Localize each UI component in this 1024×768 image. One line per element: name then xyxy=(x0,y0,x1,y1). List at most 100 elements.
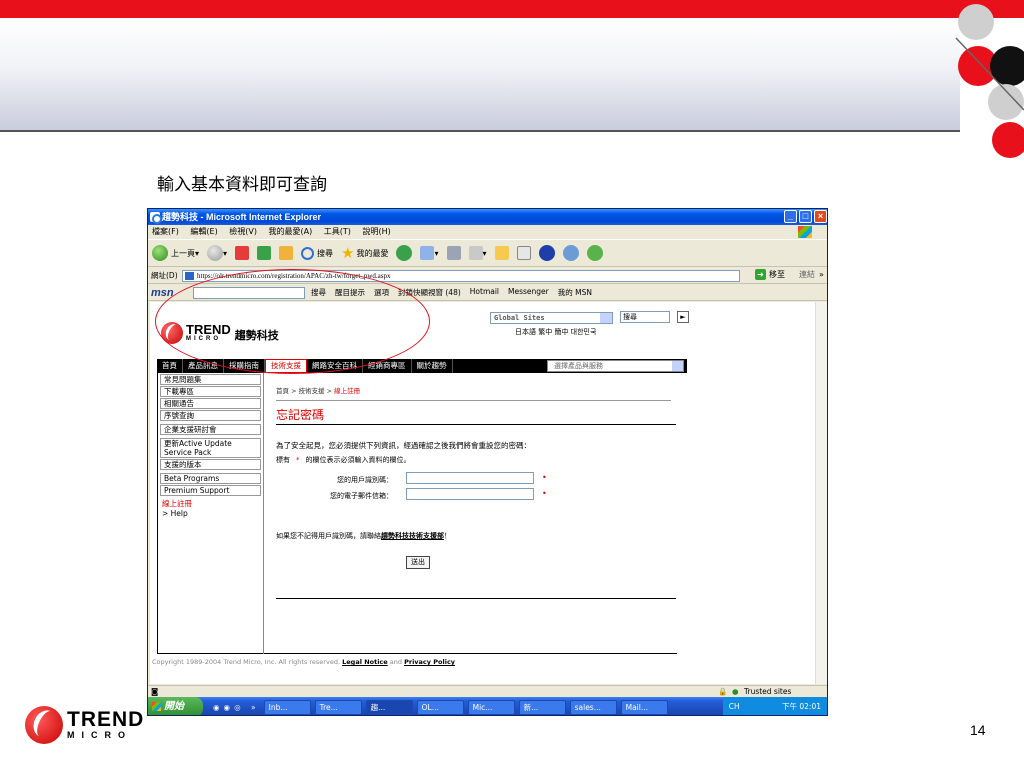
bluetooth-button[interactable] xyxy=(538,245,555,261)
task-button[interactable]: 新... xyxy=(518,699,566,715)
breadcrumb: 首頁 > 技術支援 > 線上註冊 xyxy=(276,387,361,395)
task-button[interactable]: Inb... xyxy=(263,699,311,715)
menu-file[interactable]: 檔案(F) xyxy=(152,227,179,236)
page-icon xyxy=(516,246,531,260)
menu-help[interactable]: 說明(H) xyxy=(362,227,390,236)
back-button[interactable]: 上一頁 ▾ xyxy=(152,245,199,261)
sidebar-item-premium[interactable]: Premium Support xyxy=(160,485,261,496)
required-star: • xyxy=(542,489,547,498)
slide-header-rule xyxy=(0,130,960,132)
toolbar: 上一頁 ▾ ▾ 搜尋 ★ 我的最愛 ▾ ▾ xyxy=(148,239,827,267)
messenger-link[interactable]: Messenger xyxy=(508,287,549,298)
email-label: 您的電子郵件信箱： xyxy=(330,492,393,500)
my-msn-button[interactable]: 我的 MSN xyxy=(558,287,592,298)
menu-favorites[interactable]: 我的最愛(A) xyxy=(269,227,313,236)
site-search-input[interactable]: 搜尋 xyxy=(620,311,670,323)
mail-icon xyxy=(420,246,435,260)
legal-notice-link[interactable]: Legal Notice xyxy=(342,658,388,666)
content-area: 常見問題集 下載專區 相關通告 序號查詢 企業支援研討會 更新Active Up… xyxy=(157,373,677,654)
menu-tools[interactable]: 工具(T) xyxy=(324,227,351,236)
vertical-scrollbar[interactable] xyxy=(815,302,827,684)
mail-button[interactable]: ▾ xyxy=(420,246,439,260)
history-button[interactable] xyxy=(396,245,413,261)
divider xyxy=(276,598,676,599)
people-icon xyxy=(586,245,603,261)
task-button[interactable]: 趨... xyxy=(365,699,413,715)
refresh-icon xyxy=(257,246,272,260)
forward-arrow-icon xyxy=(207,245,224,261)
search-button[interactable]: 搜尋 xyxy=(301,246,333,260)
refresh-button[interactable] xyxy=(257,246,272,260)
maximize-button[interactable]: □ xyxy=(799,210,812,223)
nav-home[interactable]: 首頁 xyxy=(157,359,183,373)
product-select[interactable]: 選擇產品與服務 xyxy=(547,360,684,372)
page-icon xyxy=(185,272,194,280)
sidebar-item-seminar[interactable]: 企業支援研討會 xyxy=(160,424,261,435)
address-label: 網址(D) xyxy=(151,271,178,280)
trend-ball-icon xyxy=(25,706,63,744)
language-links[interactable]: 日本語 繁中 簡中 대한민국 xyxy=(515,327,596,337)
sidebar-item-faq[interactable]: 常見問題集 xyxy=(160,374,261,385)
edit-icon xyxy=(468,246,483,260)
sidebar-divider xyxy=(263,373,264,654)
favorites-button[interactable]: ★ 我的最愛 xyxy=(341,244,388,262)
user-id-input[interactable] xyxy=(406,472,534,484)
stop-button[interactable] xyxy=(235,246,250,260)
chevron-right-icon[interactable]: » xyxy=(819,270,824,279)
language-indicator[interactable]: CH xyxy=(729,702,740,711)
msn-people-button[interactable] xyxy=(586,245,603,261)
sidebar-item-notices[interactable]: 相關通告 xyxy=(160,398,261,409)
sidebar-item-beta[interactable]: Beta Programs xyxy=(160,473,261,484)
search-icon xyxy=(301,246,315,260)
global-sites-select[interactable]: Global Sites xyxy=(490,312,613,324)
menu-edit[interactable]: 編輯(E) xyxy=(190,227,217,236)
windows-logo-icon xyxy=(798,226,812,238)
hotmail-button[interactable]: Hotmail xyxy=(470,287,499,298)
footer-trend-wordmark: TREND xyxy=(67,708,145,731)
task-button[interactable]: Tre... xyxy=(314,699,362,715)
sidebar-item-versions[interactable]: 支援的版本 xyxy=(160,459,261,470)
star-icon: ★ xyxy=(341,244,355,262)
sidebar-item-downloads[interactable]: 下載專區 xyxy=(160,386,261,397)
nav-about[interactable]: 關於趨勢 xyxy=(412,359,453,373)
start-button[interactable]: 開始 xyxy=(148,697,203,715)
menu-view[interactable]: 檢視(V) xyxy=(229,227,257,236)
sidebar-item-active-update[interactable]: 更新Active Update Service Pack xyxy=(160,438,261,458)
task-button[interactable]: sales... xyxy=(569,699,617,715)
sidebar-item-help[interactable]: > Help xyxy=(158,509,263,519)
intro-text: 為了安全起見，您必須提供下列資訊，經過確認之後我們將會重設您的密碼： xyxy=(276,441,531,450)
home-button[interactable] xyxy=(279,246,294,260)
copyright: Copyright 1989-2004 Trend Micro, Inc. Al… xyxy=(152,658,456,666)
task-button[interactable]: Mic... xyxy=(467,699,515,715)
edit-button[interactable]: ▾ xyxy=(468,246,487,260)
links-button[interactable]: 連結 xyxy=(799,269,815,280)
clock[interactable]: 下午 02:01 xyxy=(782,702,821,711)
slide-header-gradient xyxy=(0,18,960,130)
task-button[interactable]: OL... xyxy=(416,699,464,715)
page-number: 14 xyxy=(970,722,986,738)
folder-icon xyxy=(494,246,509,260)
required-note: 標有 * 的欄位表示必須輸入資料的欄位。 xyxy=(276,456,411,464)
close-button[interactable]: × xyxy=(814,210,827,223)
task-button[interactable]: Mail... xyxy=(620,699,668,715)
submit-button[interactable]: 送出 xyxy=(406,556,430,569)
minimize-button[interactable]: _ xyxy=(784,210,797,223)
go-button[interactable]: ➜ 移至 連結 » xyxy=(755,269,824,280)
page-button[interactable] xyxy=(516,246,531,260)
print-icon xyxy=(446,246,461,260)
taskbar: 開始 ◉◉◎ » Inb... Tre... 趨... OL... Mic...… xyxy=(148,697,827,715)
print-button[interactable] xyxy=(446,246,461,260)
privacy-policy-link[interactable]: Privacy Policy xyxy=(404,658,455,666)
folder-button[interactable] xyxy=(494,246,509,260)
stop-icon xyxy=(235,246,250,260)
email-input[interactable] xyxy=(406,488,534,500)
forgot-id-note: 如果您不記得用戶識別碼，請聯絡趨勢科技技術支援部！ xyxy=(276,532,451,540)
messenger-button[interactable] xyxy=(562,245,579,261)
forward-button[interactable]: ▾ xyxy=(207,245,227,261)
back-arrow-icon xyxy=(152,245,168,261)
quick-launch[interactable]: ◉◉◎ » xyxy=(213,703,260,712)
sidebar-item-register[interactable]: 線上註冊 xyxy=(158,499,263,509)
sidebar-item-serial[interactable]: 序號查詢 xyxy=(160,410,261,421)
site-search-go-button[interactable]: ► xyxy=(677,311,689,323)
support-link[interactable]: 趨勢科技技術支援部 xyxy=(381,532,444,540)
